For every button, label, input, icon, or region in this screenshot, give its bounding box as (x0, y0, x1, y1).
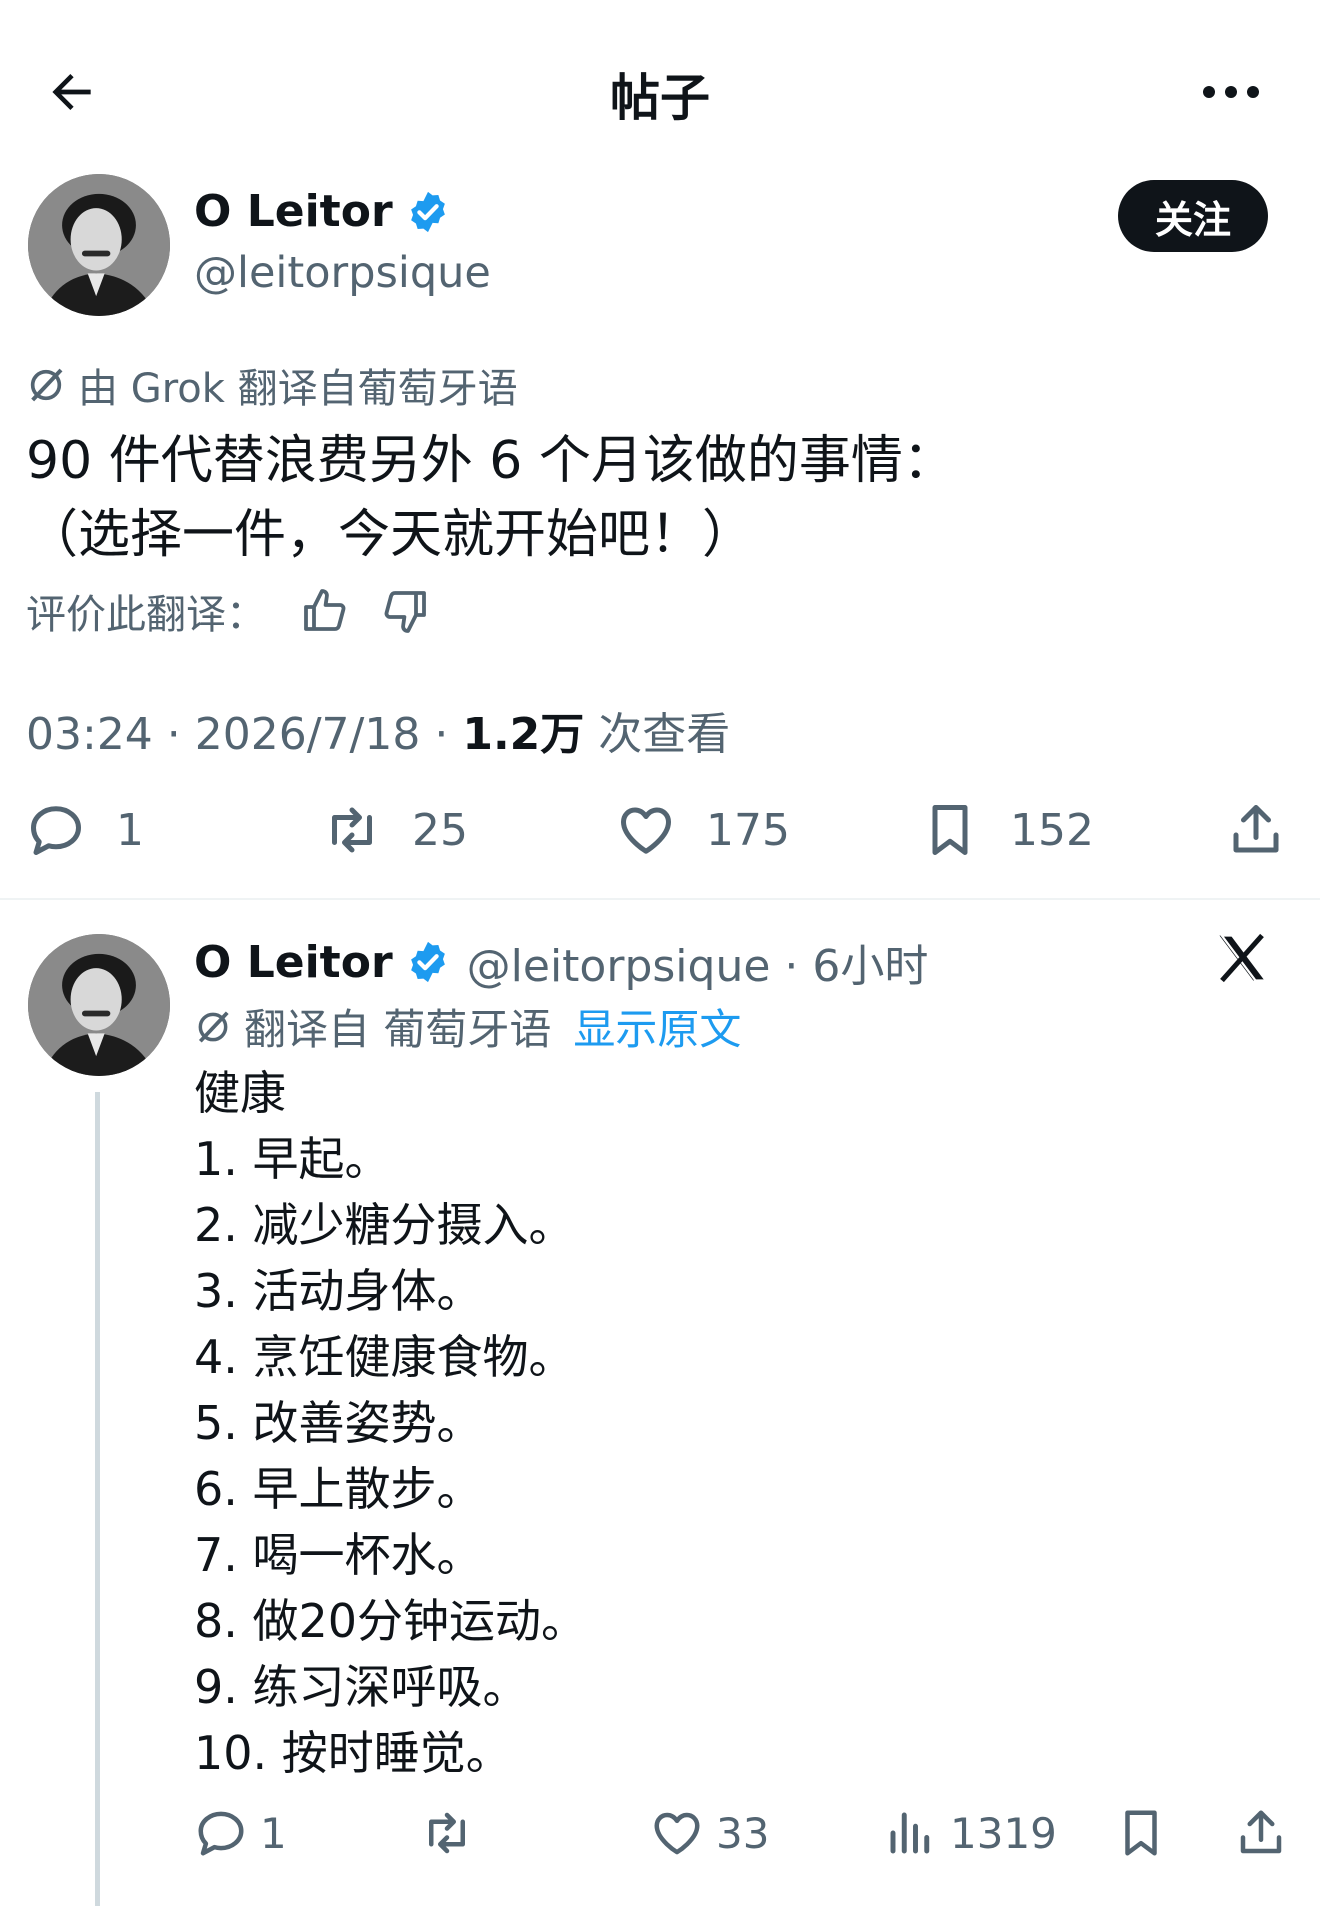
thread-line (95, 1092, 100, 1906)
grok-icon (198, 1010, 229, 1043)
reply-button[interactable]: 1 (26, 800, 144, 860)
post-text-line-1: 90 件代替浪费另外 6 个月该做的事情： (26, 431, 955, 491)
reply-translation-text: 翻译自 葡萄牙语 (244, 1005, 552, 1054)
like-icon (621, 807, 671, 854)
repost-icon (332, 807, 372, 853)
reply-author-handle[interactable]: @leitorpsique · 6小时 (467, 930, 929, 994)
verified-badge-icon (410, 191, 445, 232)
more-icon (1203, 86, 1259, 98)
rate-label: 评价此翻译： (26, 592, 266, 638)
reply-icon (198, 1811, 244, 1856)
thumbs-down-icon[interactable] (382, 587, 430, 635)
bookmark-icon (1125, 1810, 1157, 1856)
reply-avatar[interactable] (28, 934, 170, 1076)
reply-icon (31, 806, 81, 855)
reply-views-button[interactable]: 1319 (884, 1806, 1057, 1860)
reply-line: 2. 减少糖分摄入。 (194, 1198, 575, 1252)
author-name[interactable]: O Leitor (194, 186, 393, 237)
avatar[interactable] (28, 174, 170, 316)
verified-badge-icon (410, 941, 445, 983)
reply-line: 7. 喝一杯水。 (194, 1528, 483, 1582)
view-label: 次查看 (584, 709, 731, 760)
reply-repost-button[interactable] (420, 1806, 486, 1860)
author-name-row[interactable]: O Leitor (194, 186, 451, 237)
top-bar: 帖子 (0, 0, 1320, 176)
reply-header: O Leitor @leitorpsique · 6小时 (194, 930, 928, 994)
translation-note: 由 Grok 翻译自葡萄牙语 (26, 356, 518, 414)
author-handle[interactable]: @leitorpsique (194, 248, 491, 298)
reply-line: 1. 早起。 (194, 1132, 391, 1186)
divider (0, 898, 1320, 900)
grok-icon (30, 368, 63, 402)
reply-line: 健康 (194, 1066, 286, 1120)
reply-reply-button[interactable]: 1 (194, 1806, 287, 1860)
share-button[interactable] (1226, 800, 1286, 864)
reply-translation-note: 翻译自 葡萄牙语 显示原文 (194, 996, 741, 1057)
more-button[interactable] (1186, 56, 1276, 128)
bookmark-button[interactable]: 152 (920, 800, 1094, 860)
post-actions: 1 25 175 152 (26, 800, 1320, 870)
reply-actions: 1 33 1319 (194, 1806, 1320, 1876)
thumbs-up-icon[interactable] (300, 587, 348, 635)
reply-share-button[interactable] (1234, 1806, 1300, 1860)
avatar-portrait-icon (28, 934, 170, 1076)
views-icon (890, 1812, 930, 1854)
reply-view-count: 1319 (950, 1808, 1057, 1858)
reply-line: 8. 做20分钟运动。 (194, 1594, 588, 1648)
reply-count: 1 (116, 804, 144, 856)
post-text-line-2: （选择一件，今天就开始吧！） (26, 505, 755, 565)
like-count: 175 (706, 804, 790, 856)
x-logo-icon (1219, 933, 1270, 983)
reply-line: 3. 活动身体。 (194, 1264, 483, 1318)
repost-count: 25 (412, 804, 468, 856)
repost-icon (429, 1812, 465, 1854)
post-meta: 03:24 · 2026/7/18 · 1.2万 次查看 (26, 698, 730, 762)
repost-button[interactable]: 25 (322, 800, 468, 860)
reply-line: 6. 早上散步。 (194, 1462, 483, 1516)
rate-translation: 评价此翻译： (26, 582, 430, 640)
like-button[interactable]: 175 (616, 800, 790, 860)
reply-reply-count: 1 (260, 1808, 287, 1858)
post-text: 90 件代替浪费另外 6 个月该做的事情： （选择一件，今天就开始吧！） (26, 424, 955, 572)
share-icon (1240, 1810, 1282, 1854)
follow-button[interactable]: 关注 (1118, 180, 1268, 252)
avatar-portrait-icon (28, 174, 170, 316)
reply-like-button[interactable]: 33 (650, 1806, 769, 1860)
page-title: 帖子 (610, 69, 710, 127)
reply-like-count: 33 (716, 1808, 770, 1858)
translation-note-text: 由 Grok 翻译自葡萄牙语 (78, 366, 518, 412)
reply-text: 健康 1. 早起。 2. 减少糖分摄入。 3. 活动身体。 4. 烹饪健康食物。… (194, 1060, 587, 1786)
reply-author-name[interactable]: O Leitor (194, 937, 393, 988)
view-count: 1.2万 (462, 709, 585, 760)
bookmark-count: 152 (1010, 804, 1094, 856)
reply-line: 4. 烹饪健康食物。 (194, 1330, 575, 1384)
bookmark-icon (932, 805, 968, 855)
reply-line: 5. 改善姿势。 (194, 1396, 483, 1450)
show-original-link[interactable]: 显示原文 (573, 996, 741, 1057)
reply-line: 9. 练习深呼吸。 (194, 1660, 529, 1714)
post-timestamp[interactable]: 03:24 · 2026/7/18 · (26, 709, 462, 760)
reply-bookmark-button[interactable] (1114, 1806, 1180, 1860)
like-icon (654, 1812, 700, 1855)
share-icon (1233, 805, 1279, 853)
reply-line: 10. 按时睡觉。 (194, 1726, 512, 1780)
